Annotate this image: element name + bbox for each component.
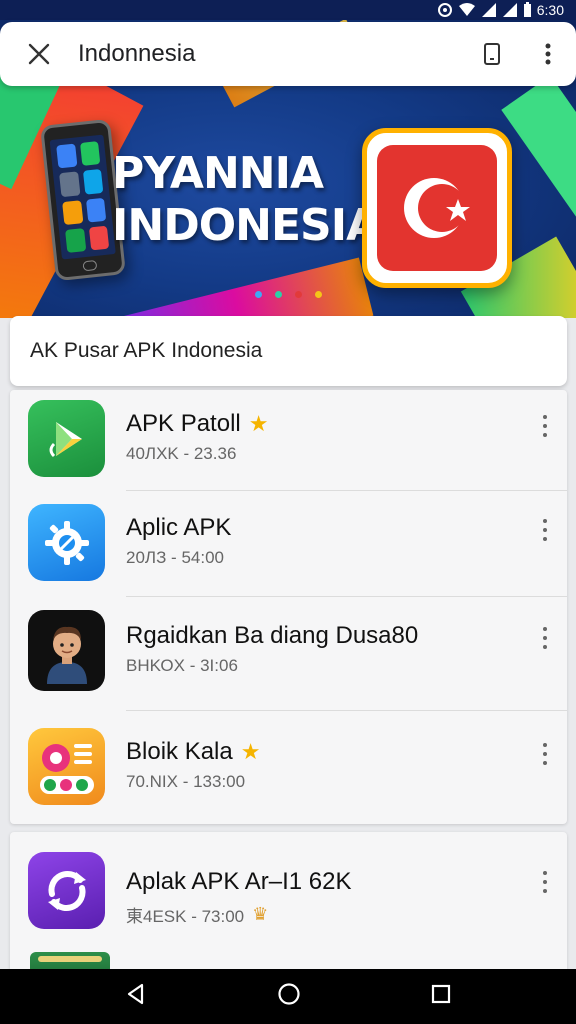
app-name: Aplak APK Ar–I1 62K — [126, 868, 352, 895]
more-options-icon[interactable] — [520, 42, 576, 66]
pagination-dot[interactable] — [275, 291, 282, 298]
more-options-icon[interactable] — [537, 740, 553, 768]
more-options-icon[interactable] — [537, 868, 553, 896]
list-item[interactable]: Rgaidkan Ba diang Dusa80 ΒΗΚΟΧ - 3Ι:06 — [10, 596, 567, 710]
gear-icon — [28, 504, 105, 581]
play-store-icon — [28, 400, 105, 477]
pagination-dot[interactable] — [255, 291, 262, 298]
status-bar: 6:30 — [0, 0, 576, 20]
search-bar[interactable]: Indonnesia — [0, 22, 576, 86]
wifi-icon — [458, 2, 476, 18]
navigation-bar — [0, 969, 576, 1024]
app-meta: 70.ΝΙΧ - 133:00 — [126, 772, 246, 791]
signal-icon-2 — [502, 2, 518, 18]
more-options-icon[interactable] — [537, 412, 553, 440]
list-item[interactable]: APK Patoll ★ 40ЛXK - 23.36 — [10, 390, 567, 492]
divider — [126, 490, 567, 491]
more-options-icon[interactable] — [537, 516, 553, 544]
game-icon — [28, 728, 105, 805]
banner-decor-shape — [106, 257, 374, 318]
app-name: Rgaidkan Ba diang Dusa80 — [126, 622, 419, 649]
list-item[interactable]: Aplic APK 20ЛЗ - 54:00 — [10, 492, 567, 596]
app-meta: 東4ESK - 73:00 — [126, 907, 245, 926]
list-item[interactable]: Bloik Kala ★ 70.ΝΙΧ - 133:00 — [10, 710, 567, 824]
list-item[interactable]: Aplak APK Ar–I1 62K 東4ESK - 73:00 ♛ — [10, 832, 567, 942]
section-header-label: AK Pusar APK Indonesia — [30, 339, 263, 362]
star-icon: ★ — [248, 411, 269, 436]
pagination-dot[interactable] — [295, 291, 302, 298]
pagination-dot[interactable] — [315, 291, 322, 298]
back-icon[interactable] — [124, 982, 148, 1011]
app-name: Aplic APK — [126, 514, 232, 541]
app-meta: 40ЛXK - 23.36 — [126, 444, 237, 463]
section-header: AK Pusar APK Indonesia — [10, 316, 567, 386]
app-name: APK Patoll — [126, 410, 241, 437]
status-time: 6:30 — [536, 2, 564, 18]
battery-icon — [523, 2, 532, 18]
banner-title: PYANNIA INDONESIA — [112, 148, 380, 251]
avatar-icon — [28, 610, 105, 691]
app-list: APK Patoll★ 40ЛXK - 23.36 Aplic APK 20Л — [10, 390, 567, 824]
tablet-icon[interactable] — [464, 42, 520, 66]
sync-status-icon — [437, 2, 453, 18]
app-list-more: Aplak APK Ar–I1 62K 東4ESK - 73:00 ♛ — [10, 832, 567, 982]
app-meta: 20ЛЗ - 54:00 — [126, 548, 224, 567]
sync-icon — [28, 852, 105, 929]
signal-icon — [481, 2, 497, 18]
app-name: Bloik Kala — [126, 738, 233, 765]
home-icon[interactable] — [277, 982, 301, 1011]
star-icon: ★ — [240, 739, 261, 764]
recents-icon[interactable] — [430, 983, 452, 1010]
search-query[interactable]: Indonnesia — [78, 40, 464, 68]
close-icon[interactable] — [0, 43, 78, 65]
award-icon: ♛ — [252, 904, 269, 924]
banner-decor-shape — [501, 75, 576, 225]
app-meta: ΒΗΚΟΧ - 3Ι:06 — [126, 656, 238, 675]
banner-pagination-dots — [255, 291, 322, 298]
flag-app-icon — [362, 128, 512, 288]
more-options-icon[interactable] — [537, 624, 553, 652]
